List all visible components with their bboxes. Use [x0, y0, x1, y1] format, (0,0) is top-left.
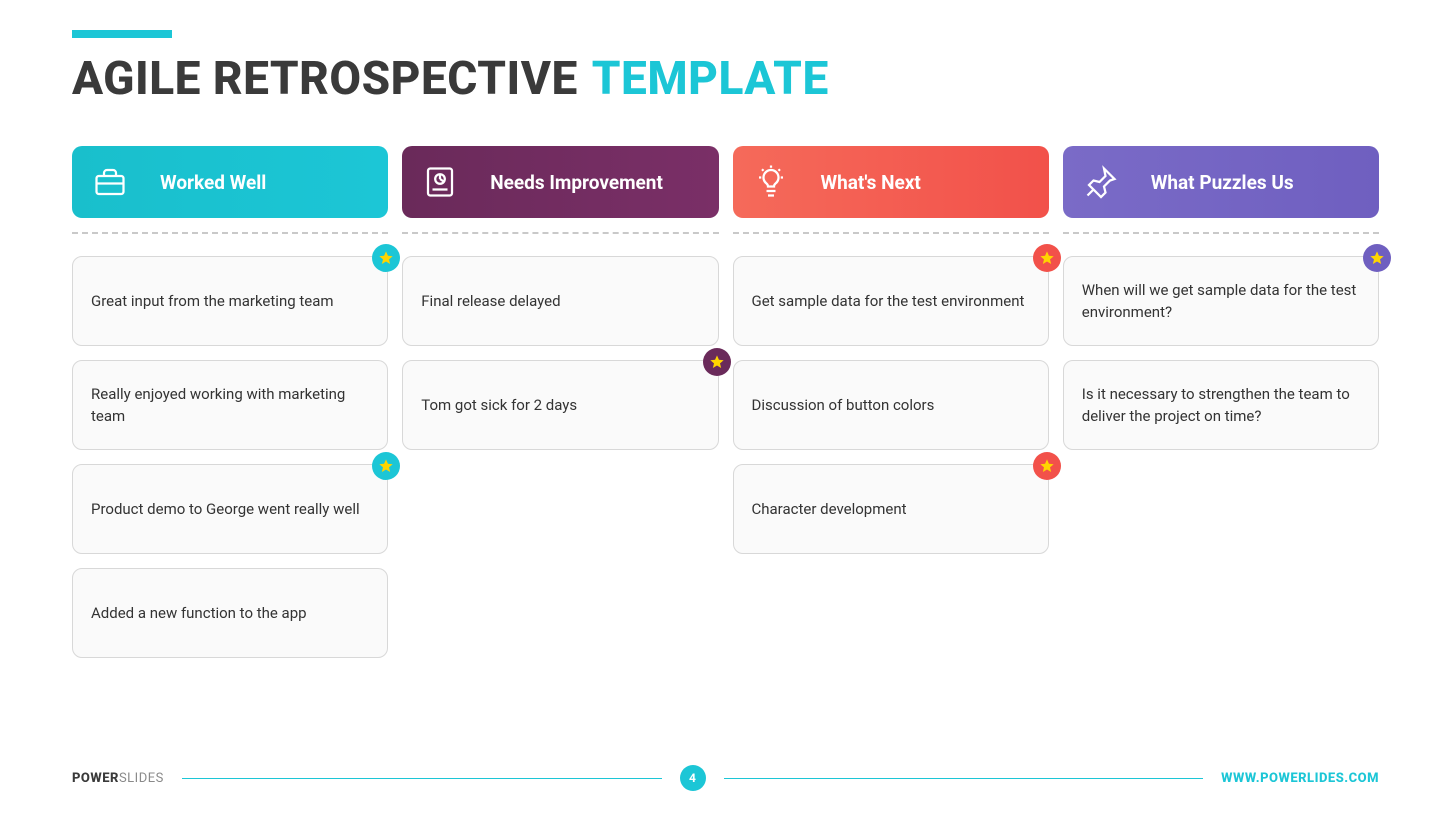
- card-text: Great input from the marketing team: [91, 290, 334, 313]
- title-main: AGILE RETROSPECTIVE: [72, 52, 578, 106]
- cards-whats-next: Get sample data for the test environment…: [733, 256, 1049, 554]
- cards-worked-well: Great input from the marketing team Real…: [72, 256, 388, 658]
- card-text: Get sample data for the test environment: [752, 290, 1025, 313]
- star-icon: [372, 452, 400, 480]
- column-needs-improvement: Needs Improvement Final release delayed …: [402, 146, 718, 658]
- footer-line-left: [182, 778, 662, 779]
- column-header-whats-next: What's Next: [733, 146, 1049, 218]
- star-icon: [703, 348, 731, 376]
- star-icon: [1033, 244, 1061, 272]
- column-whats-next: What's Next Get sample data for the test…: [733, 146, 1049, 658]
- retro-card: Final release delayed: [402, 256, 718, 346]
- brand-light: SLIDES: [119, 771, 164, 786]
- retro-card: Character development: [733, 464, 1049, 554]
- card-text: When will we get sample data for the tes…: [1082, 279, 1360, 324]
- footer-url: WWW.POWERLIDES.COM: [1221, 771, 1379, 786]
- column-label: What's Next: [821, 171, 921, 194]
- retro-card: Great input from the marketing team: [72, 256, 388, 346]
- card-text: Discussion of button colors: [752, 394, 935, 417]
- card-text: Final release delayed: [421, 290, 560, 313]
- retro-card: Discussion of button colors: [733, 360, 1049, 450]
- cards-what-puzzles-us: When will we get sample data for the tes…: [1063, 256, 1379, 450]
- column-header-worked-well: Worked Well: [72, 146, 388, 218]
- retro-card: Is it necessary to strengthen the team t…: [1063, 360, 1379, 450]
- pin-icon: [1081, 162, 1121, 202]
- star-icon: [1363, 244, 1391, 272]
- page-title: AGILE RETROSPECTIVE TEMPLATE: [72, 52, 1379, 106]
- card-text: Product demo to George went really well: [91, 498, 360, 521]
- column-what-puzzles-us: What Puzzles Us When will we get sample …: [1063, 146, 1379, 658]
- divider: [72, 232, 388, 234]
- column-label: Needs Improvement: [490, 171, 663, 194]
- retro-card: Get sample data for the test environment: [733, 256, 1049, 346]
- card-text: Tom got sick for 2 days: [421, 394, 577, 417]
- footer: POWERSLIDES 4 WWW.POWERLIDES.COM: [72, 765, 1379, 791]
- column-worked-well: Worked Well Great input from the marketi…: [72, 146, 388, 658]
- column-label: What Puzzles Us: [1151, 171, 1294, 194]
- divider: [1063, 232, 1379, 234]
- briefcase-icon: [90, 162, 130, 202]
- retro-card: Added a new function to the app: [72, 568, 388, 658]
- retro-card: Tom got sick for 2 days: [402, 360, 718, 450]
- page-number: 4: [689, 771, 696, 785]
- divider: [733, 232, 1049, 234]
- page-number-badge: 4: [680, 765, 706, 791]
- title-template: TEMPLATE: [592, 52, 829, 106]
- cards-needs-improvement: Final release delayed Tom got sick for 2…: [402, 256, 718, 450]
- card-text: Added a new function to the app: [91, 602, 307, 625]
- footer-line-right: [724, 778, 1204, 779]
- brand-bold: POWER: [72, 771, 119, 786]
- retro-card: Really enjoyed working with marketing te…: [72, 360, 388, 450]
- lightbulb-icon: [751, 162, 791, 202]
- retro-columns: Worked Well Great input from the marketi…: [72, 146, 1379, 658]
- retro-card: Product demo to George went really well: [72, 464, 388, 554]
- column-header-what-puzzles-us: What Puzzles Us: [1063, 146, 1379, 218]
- column-label: Worked Well: [160, 171, 266, 194]
- chart-icon: [420, 162, 460, 202]
- retro-card: When will we get sample data for the tes…: [1063, 256, 1379, 346]
- accent-bar: [72, 30, 172, 38]
- footer-brand: POWERSLIDES: [72, 771, 164, 786]
- card-text: Really enjoyed working with marketing te…: [91, 383, 369, 428]
- card-text: Is it necessary to strengthen the team t…: [1082, 383, 1360, 428]
- star-icon: [1033, 452, 1061, 480]
- card-text: Character development: [752, 498, 907, 521]
- column-header-needs-improvement: Needs Improvement: [402, 146, 718, 218]
- star-icon: [372, 244, 400, 272]
- divider: [402, 232, 718, 234]
